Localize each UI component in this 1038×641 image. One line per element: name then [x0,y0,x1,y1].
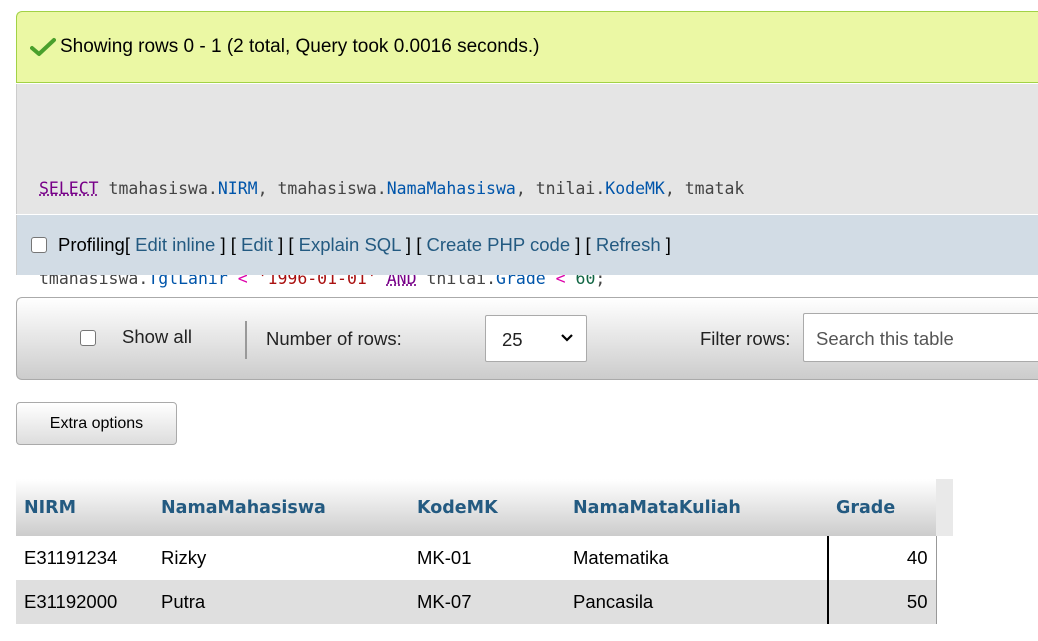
rows-per-page-value: 25 [502,329,523,350]
bracket: [ [124,234,136,255]
bracket: ] [660,234,671,255]
profiling-link-create-php-code[interactable]: Create PHP code [427,234,571,255]
column-header-namamatakuliah[interactable]: NamaMataKuliah [565,479,828,536]
chevron-down-icon [561,334,573,342]
bracket: ] [272,234,284,255]
column-header-namamahasiswa[interactable]: NamaMahasiswa [153,479,409,536]
column-header-nirm[interactable]: NIRM [16,479,153,536]
table-body: E31191234 Rizky MK-01 Matematika 40 E31192000… [16,536,953,624]
column-header-spacer [936,479,953,536]
profiling-checkbox[interactable] [31,237,47,253]
profiling-links: [ Edit inline ] [ Edit ] [ Explain SQL ]… [125,234,671,256]
table-cell-nirm[interactable]: E31191234 [16,536,153,580]
table-cell-namamahasiswa[interactable]: Rizky [153,536,409,580]
table-cell-namamatakuliah[interactable]: Matematika [565,536,828,580]
navigation-bar: Show all Number of rows: 25 Filter rows:… [16,297,1038,380]
table-row: E31191234 Rizky MK-01 Matematika 40 [16,536,953,580]
success-message-bar: Showing rows 0 - 1 (2 total, Query took … [16,11,1038,83]
extra-options-button[interactable]: Extra options [16,402,177,445]
bracket: ] [570,234,581,255]
filter-rows-input[interactable]: Search this table [803,313,1038,362]
profiling-link-refresh[interactable]: Refresh [596,234,661,255]
checkmark-icon [30,38,56,56]
show-all-label: Show all [122,326,192,347]
bracket: [ [225,234,242,255]
table-row: E31192000 Putra MK-07 Pancasila 50 [16,580,953,624]
table-cell-kodemk[interactable]: MK-07 [409,580,565,624]
profiling-link-explain-sql[interactable]: Explain SQL [299,234,401,255]
sql-token: , tmahasiswa. [257,179,387,198]
table-cell-nirm[interactable]: E31192000 [16,580,153,624]
results-table: NIRM NamaMahasiswa KodeMK NamaMataKuliah Gra… [16,479,953,624]
profiling-link-edit-inline[interactable]: Edit inline [135,234,215,255]
rows-per-page-select[interactable]: 25 [485,315,587,362]
success-message-text: Showing rows 0 - 1 (2 total, Query took … [60,36,540,57]
column-header-kodemk[interactable]: KodeMK [409,479,565,536]
sql-token: tmahasiswa. [98,179,218,198]
sql-token: , tmatak [664,179,745,198]
table-cell-kodemk[interactable]: MK-01 [409,536,565,580]
bracket: [ [411,234,427,255]
filter-rows-placeholder: Search this table [816,328,954,349]
sql-query-box: SELECT tmahasiswa.NIRM, tmahasiswa.NamaM… [16,84,1038,288]
table-cell-spacer [936,580,953,624]
table-header-row: NIRM NamaMahasiswa KodeMK NamaMataKuliah Gra… [16,479,953,536]
table-cell-grade[interactable]: 50 [827,580,937,624]
profiling-link-edit[interactable]: Edit [241,234,273,255]
sql-line-1: SELECT tmahasiswa.NIRM, tmahasiswa.NamaM… [39,174,744,204]
sql-token: KodeMK [605,179,665,198]
sql-token: NIRM [217,179,258,198]
sql-token[interactable]: SELECT [39,179,99,198]
profiling-label: Profiling [58,234,125,255]
bracket: ] [215,234,226,255]
number-of-rows-label: Number of rows: [266,328,402,349]
show-all-checkbox[interactable] [80,330,96,346]
column-header-grade[interactable]: Grade [828,479,936,536]
table-cell-namamatakuliah[interactable]: Pancasila [565,580,828,624]
filter-rows-label: Filter rows: [700,328,791,349]
table-cell-namamahasiswa[interactable]: Putra [153,580,409,624]
bracket: [ [283,234,299,255]
bracket: [ [580,234,596,255]
profiling-bar: Profiling [ Edit inline ] [ Edit ] [ Exp… [16,215,1038,275]
sql-token: NamaMahasiswa [386,179,516,198]
bracket: ] [400,234,412,255]
sql-token: , tnilai. [515,179,606,198]
nav-separator [245,321,247,359]
table-cell-grade[interactable]: 40 [827,536,937,580]
table-cell-spacer [936,536,953,580]
